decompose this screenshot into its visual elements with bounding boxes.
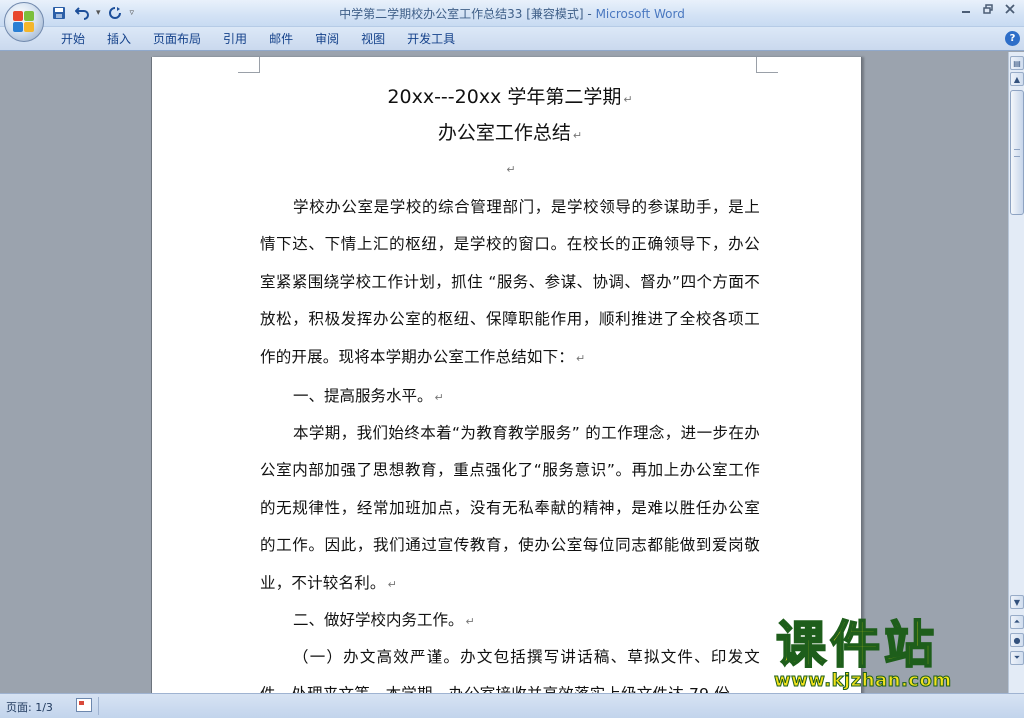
document-body: 20xx---20xx 学年第二学期 ↵ 办公室工作总结 ↵ ↵ 学校办公室是学校的… [260, 79, 760, 697]
watermark-name: 课件站 [775, 615, 938, 675]
paragraph-mark-icon: ↵ [506, 163, 516, 176]
title-bar: ▾ ▿ 中学第二学期校办公室工作总结33 [兼容模式] - Microsoft … [0, 0, 1024, 27]
tab-insert[interactable]: 插入 [96, 31, 142, 47]
paragraph-mark-icon: ↵ [576, 351, 586, 365]
scroll-up-icon[interactable]: ▲ [1010, 72, 1024, 86]
section1-text: 本学期，我们始终本着“为教育教学服务” 的工作理念，进一步在办公室内部加强了思想… [260, 424, 760, 592]
margin-corner-top-left [238, 57, 260, 73]
empty-paragraph: ↵ [260, 151, 760, 189]
office-logo-icon [13, 11, 35, 33]
ruler-toggle-icon[interactable]: ▤ [1010, 56, 1024, 70]
app-name: Microsoft Word [595, 7, 685, 21]
paragraph-mark-icon: ↵ [465, 615, 475, 629]
page-count[interactable]: 页面: 1/3 [6, 699, 53, 715]
select-browse-object-icon[interactable]: ● [1010, 633, 1024, 647]
paragraph-mark-icon: ↵ [623, 93, 633, 106]
section1-heading-text: 一、提高服务水平。 [293, 387, 433, 406]
section2-paragraph: （一）办文高效严谨。办文包括撰写讲话稿、草拟文件、印发文件、处理来文等。本学期，… [260, 639, 760, 697]
document-title-line1: 20xx---20xx 学年第二学期 ↵ [260, 79, 760, 115]
intro-text: 学校办公室是学校的综合管理部门，是学校领导的参谋助手，是上情下达、下情上汇的枢纽… [260, 198, 760, 366]
ribbon: 开始 插入 页面布局 引用 邮件 审阅 视图 开发工具 ? [0, 27, 1024, 51]
title2-text: 办公室工作总结 [437, 122, 571, 144]
watermark-logo: 课件站 www.kjzhan.com [770, 615, 1010, 694]
scroll-down-icon[interactable]: ▼ [1010, 595, 1024, 609]
document-title-line2: 办公室工作总结 ↵ [260, 115, 760, 151]
status-divider [98, 697, 99, 715]
tab-review[interactable]: 审阅 [304, 31, 350, 47]
tab-mailings[interactable]: 邮件 [258, 31, 304, 47]
tab-view[interactable]: 视图 [350, 31, 396, 47]
watermark-url: www.kjzhan.com [774, 670, 952, 692]
paragraph-mark-icon: ↵ [572, 129, 583, 142]
tab-home[interactable]: 开始 [50, 31, 96, 47]
margin-corner-top-right [756, 57, 778, 73]
section1-heading: 一、提高服务水平。 ↵ [260, 379, 760, 415]
ribbon-tabs: 开始 插入 页面布局 引用 邮件 审阅 视图 开发工具 [50, 31, 466, 47]
restore-icon[interactable] [982, 2, 994, 16]
next-page-icon[interactable]: ⏷ [1010, 651, 1024, 665]
window-title: 中学第二学期校办公室工作总结33 [兼容模式] - Microsoft Word [0, 5, 1024, 22]
status-bar: 页面: 1/3 [0, 693, 1024, 718]
office-button[interactable] [4, 2, 44, 42]
proofing-icon[interactable] [76, 698, 92, 712]
close-icon[interactable] [1004, 2, 1016, 16]
tab-page-layout[interactable]: 页面布局 [142, 31, 212, 47]
tab-developer[interactable]: 开发工具 [396, 31, 466, 47]
vertical-scrollbar[interactable]: ▤ ▲ ▼ ⏶ ● ⏷ [1008, 52, 1024, 693]
window-controls [960, 2, 1016, 16]
document-workspace: 20xx---20xx 学年第二学期 ↵ 办公室工作总结 ↵ ↵ 学校办公室是学校的… [0, 52, 1008, 697]
document-title: 中学第二学期校办公室工作总结33 [兼容模式] [339, 7, 584, 21]
document-page[interactable]: 20xx---20xx 学年第二学期 ↵ 办公室工作总结 ↵ ↵ 学校办公室是学校的… [151, 57, 862, 697]
scroll-grip [1014, 149, 1020, 157]
minimize-icon[interactable] [960, 2, 972, 16]
paragraph-mark-icon: ↵ [387, 577, 398, 591]
section2-heading-text: 二、做好学校内务工作。 [293, 611, 464, 630]
scroll-thumb[interactable] [1010, 90, 1024, 215]
previous-page-icon[interactable]: ⏶ [1010, 615, 1024, 629]
help-icon[interactable]: ? [1005, 31, 1020, 46]
paragraph-mark-icon: ↵ [434, 391, 444, 405]
section2-text: （一）办文高效严谨。办文包括撰写讲话稿、草拟文件、印发文件、处理来文等。本学期，… [260, 648, 760, 697]
title-separator: - [583, 7, 596, 21]
intro-paragraph: 学校办公室是学校的综合管理部门，是学校领导的参谋助手，是上情下达、下情上汇的枢纽… [260, 189, 760, 377]
tab-references[interactable]: 引用 [212, 31, 258, 47]
section1-paragraph: 本学期，我们始终本着“为教育教学服务” 的工作理念，进一步在办公室内部加强了思想… [260, 415, 760, 603]
section2-heading: 二、做好学校内务工作。 ↵ [260, 603, 760, 639]
title1-text: 20xx---20xx 学年第二学期 [387, 86, 622, 108]
